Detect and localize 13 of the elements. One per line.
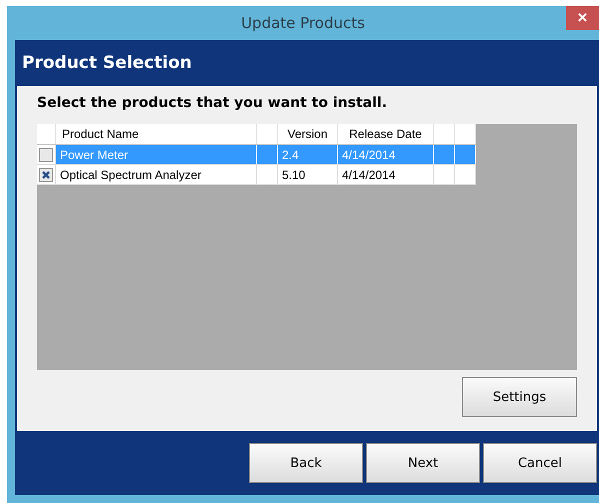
table-cell[interactable]: 4/14/2014 [338, 164, 434, 184]
dialog-button[interactable]: Back [249, 443, 363, 483]
checkbox[interactable] [39, 168, 53, 182]
dialog-button[interactable]: Cancel [483, 443, 597, 483]
close-button[interactable]: × [566, 6, 599, 30]
section-title: Product Selection [22, 53, 192, 73]
settings-button[interactable]: Settings [462, 377, 577, 417]
instruction-text: Select the products that you want to install. [37, 95, 388, 113]
dialog-button[interactable]: Next [366, 443, 480, 483]
checkbox[interactable] [39, 148, 53, 162]
table-cell[interactable]: 5.10 [278, 164, 338, 184]
window-title: Update Products [241, 14, 365, 32]
table-cell[interactable]: Optical Spectrum Analyzer [56, 164, 256, 184]
